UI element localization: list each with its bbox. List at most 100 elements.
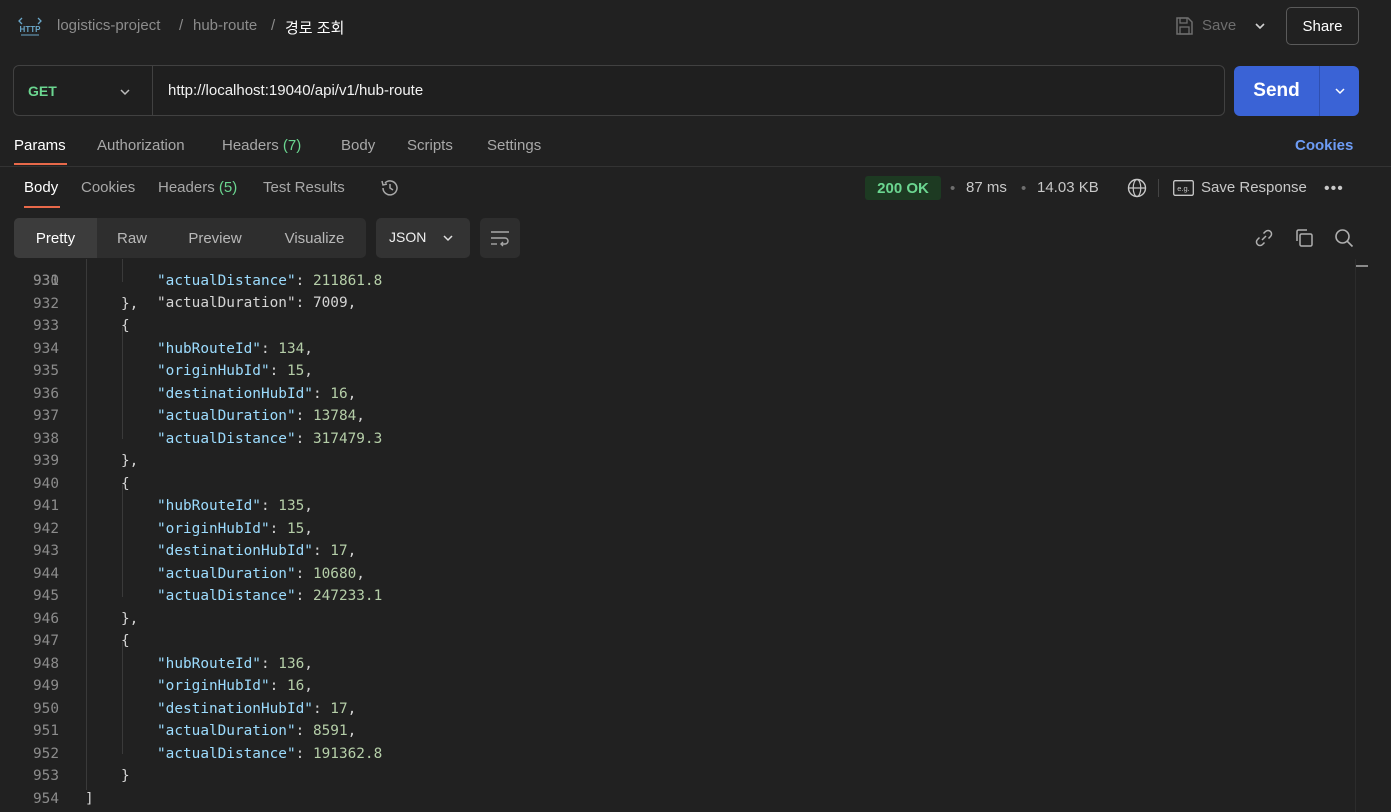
link-icon[interactable]: [1254, 228, 1274, 248]
breadcrumb-request-name[interactable]: 경로 조회: [285, 17, 344, 38]
tab-body[interactable]: Body: [341, 137, 375, 154]
response-tab-cookies[interactable]: Cookies: [81, 179, 135, 196]
url-input[interactable]: http://localhost:19040/api/v1/hub-route: [168, 82, 423, 99]
json-value: 317479.3: [312, 430, 383, 447]
send-options-button[interactable]: [1319, 66, 1359, 116]
indent-guide: [122, 642, 123, 754]
json-value: 13784: [312, 408, 357, 424]
indent-guide: [86, 259, 87, 790]
active-tab-indicator: [14, 163, 67, 165]
breadcrumb-separator: /: [179, 17, 184, 34]
json-key: "destinationHubId": [157, 700, 313, 717]
line-content: },: [121, 295, 139, 312]
http-icon: HTTP: [18, 17, 42, 36]
json-value: 134: [278, 340, 305, 357]
response-tab-headers[interactable]: Headers (5): [158, 179, 237, 196]
json-key: "actualDistance": [157, 588, 296, 604]
method-select[interactable]: GET: [28, 83, 57, 99]
json-key: "hubRouteId": [157, 655, 261, 672]
cookies-link[interactable]: Cookies: [1295, 137, 1353, 154]
line-number: 943: [33, 543, 59, 559]
save-button[interactable]: Save: [1202, 17, 1236, 34]
response-body-editor[interactable]: 930 "actualDuration": 7009, 931 "actualDi…: [0, 259, 1355, 812]
view-mode-raw[interactable]: Raw: [97, 218, 167, 258]
send-button[interactable]: Send: [1234, 66, 1319, 116]
copy-icon[interactable]: [1294, 228, 1314, 248]
view-mode-pretty[interactable]: Pretty: [14, 218, 97, 258]
response-size[interactable]: 14.03 KB: [1037, 179, 1099, 196]
divider: [0, 166, 1391, 167]
json-value: 191362.8: [312, 745, 383, 762]
scrollbar[interactable]: [1355, 259, 1370, 812]
json-key: "originHubId": [157, 678, 270, 694]
search-icon[interactable]: [1334, 228, 1354, 248]
json-value: 17: [330, 543, 348, 559]
scrollbar-thumb[interactable]: [1356, 265, 1368, 267]
separator-dot: •: [1021, 180, 1027, 197]
chevron-down-icon[interactable]: [1252, 18, 1268, 34]
response-time[interactable]: 87 ms: [966, 179, 1007, 196]
line-number: 942: [33, 520, 59, 537]
line-content: },: [121, 610, 139, 627]
json-key: "hubRouteId": [157, 340, 261, 357]
tab-headers[interactable]: Headers (7): [222, 137, 301, 154]
line-number: 941: [33, 498, 59, 514]
history-icon[interactable]: [379, 177, 401, 199]
tab-authorization[interactable]: Authorization: [97, 137, 185, 154]
breadcrumb-collection[interactable]: logistics-project: [57, 17, 160, 34]
line-content: "actualDistance": 191362.8: [157, 745, 383, 762]
line-number: 937: [33, 408, 59, 424]
wrap-lines-button[interactable]: [480, 218, 520, 258]
json-value: 16: [286, 678, 305, 694]
json-key: "actualDistance": [157, 745, 296, 762]
chevron-down-icon: [443, 235, 453, 242]
tab-headers-label: Headers: [222, 137, 279, 154]
json-value: 135: [278, 498, 305, 514]
json-key: "originHubId": [157, 363, 270, 379]
response-tab-test-results[interactable]: Test Results: [263, 179, 345, 196]
line-content: "originHubId": 15,: [157, 520, 313, 537]
status-badge[interactable]: 200 OK: [865, 176, 941, 200]
tab-scripts[interactable]: Scripts: [407, 137, 453, 154]
line-number: 940: [33, 475, 59, 492]
format-label: JSON: [389, 229, 427, 245]
line-number: 947: [33, 633, 59, 649]
more-icon[interactable]: •••: [1324, 180, 1344, 198]
json-value: 15: [286, 363, 305, 379]
json-value: 15: [286, 520, 305, 537]
line-content: "actualDistance": 247233.1: [157, 588, 383, 604]
chevron-down-icon[interactable]: [118, 85, 132, 99]
globe-icon[interactable]: [1127, 178, 1147, 198]
tab-params[interactable]: Params: [14, 137, 66, 154]
json-key: "originHubId": [157, 520, 270, 537]
line-content: "hubRouteId": 134,: [157, 340, 313, 357]
line-number: 936: [33, 385, 59, 402]
response-tab-headers-count: (5): [218, 179, 238, 196]
view-mode-visualize[interactable]: Visualize: [263, 218, 366, 258]
line-number: 951: [33, 723, 59, 739]
line-content: {: [121, 318, 130, 334]
line-content: }: [121, 768, 130, 784]
line-content: "originHubId": 15,: [157, 363, 313, 379]
line-number: 954: [33, 790, 59, 807]
json-value: 136: [278, 655, 305, 672]
indent-guide: [122, 259, 123, 282]
share-button[interactable]: Share: [1286, 7, 1359, 45]
response-tab-body[interactable]: Body: [24, 179, 58, 196]
line-number: 952: [33, 745, 59, 762]
json-value: 211861.8: [312, 273, 383, 289]
line-number: 934: [33, 340, 59, 357]
save-icon[interactable]: [1174, 16, 1194, 36]
breadcrumb-folder[interactable]: hub-route: [193, 17, 257, 34]
svg-text:e.g.: e.g.: [1177, 184, 1190, 193]
example-icon: e.g.: [1173, 180, 1194, 196]
url-divider: [152, 66, 153, 115]
json-key: "actualDistance": [157, 430, 296, 447]
line-content: "destinationHubId": 17,: [157, 543, 357, 559]
view-mode-preview[interactable]: Preview: [167, 218, 263, 258]
line-content: "originHubId": 16,: [157, 678, 313, 694]
line-content: ]: [85, 790, 94, 807]
line-content: "actualDuration": 8591,: [157, 723, 357, 739]
tab-settings[interactable]: Settings: [487, 137, 541, 154]
save-response-button[interactable]: Save Response: [1201, 179, 1307, 196]
